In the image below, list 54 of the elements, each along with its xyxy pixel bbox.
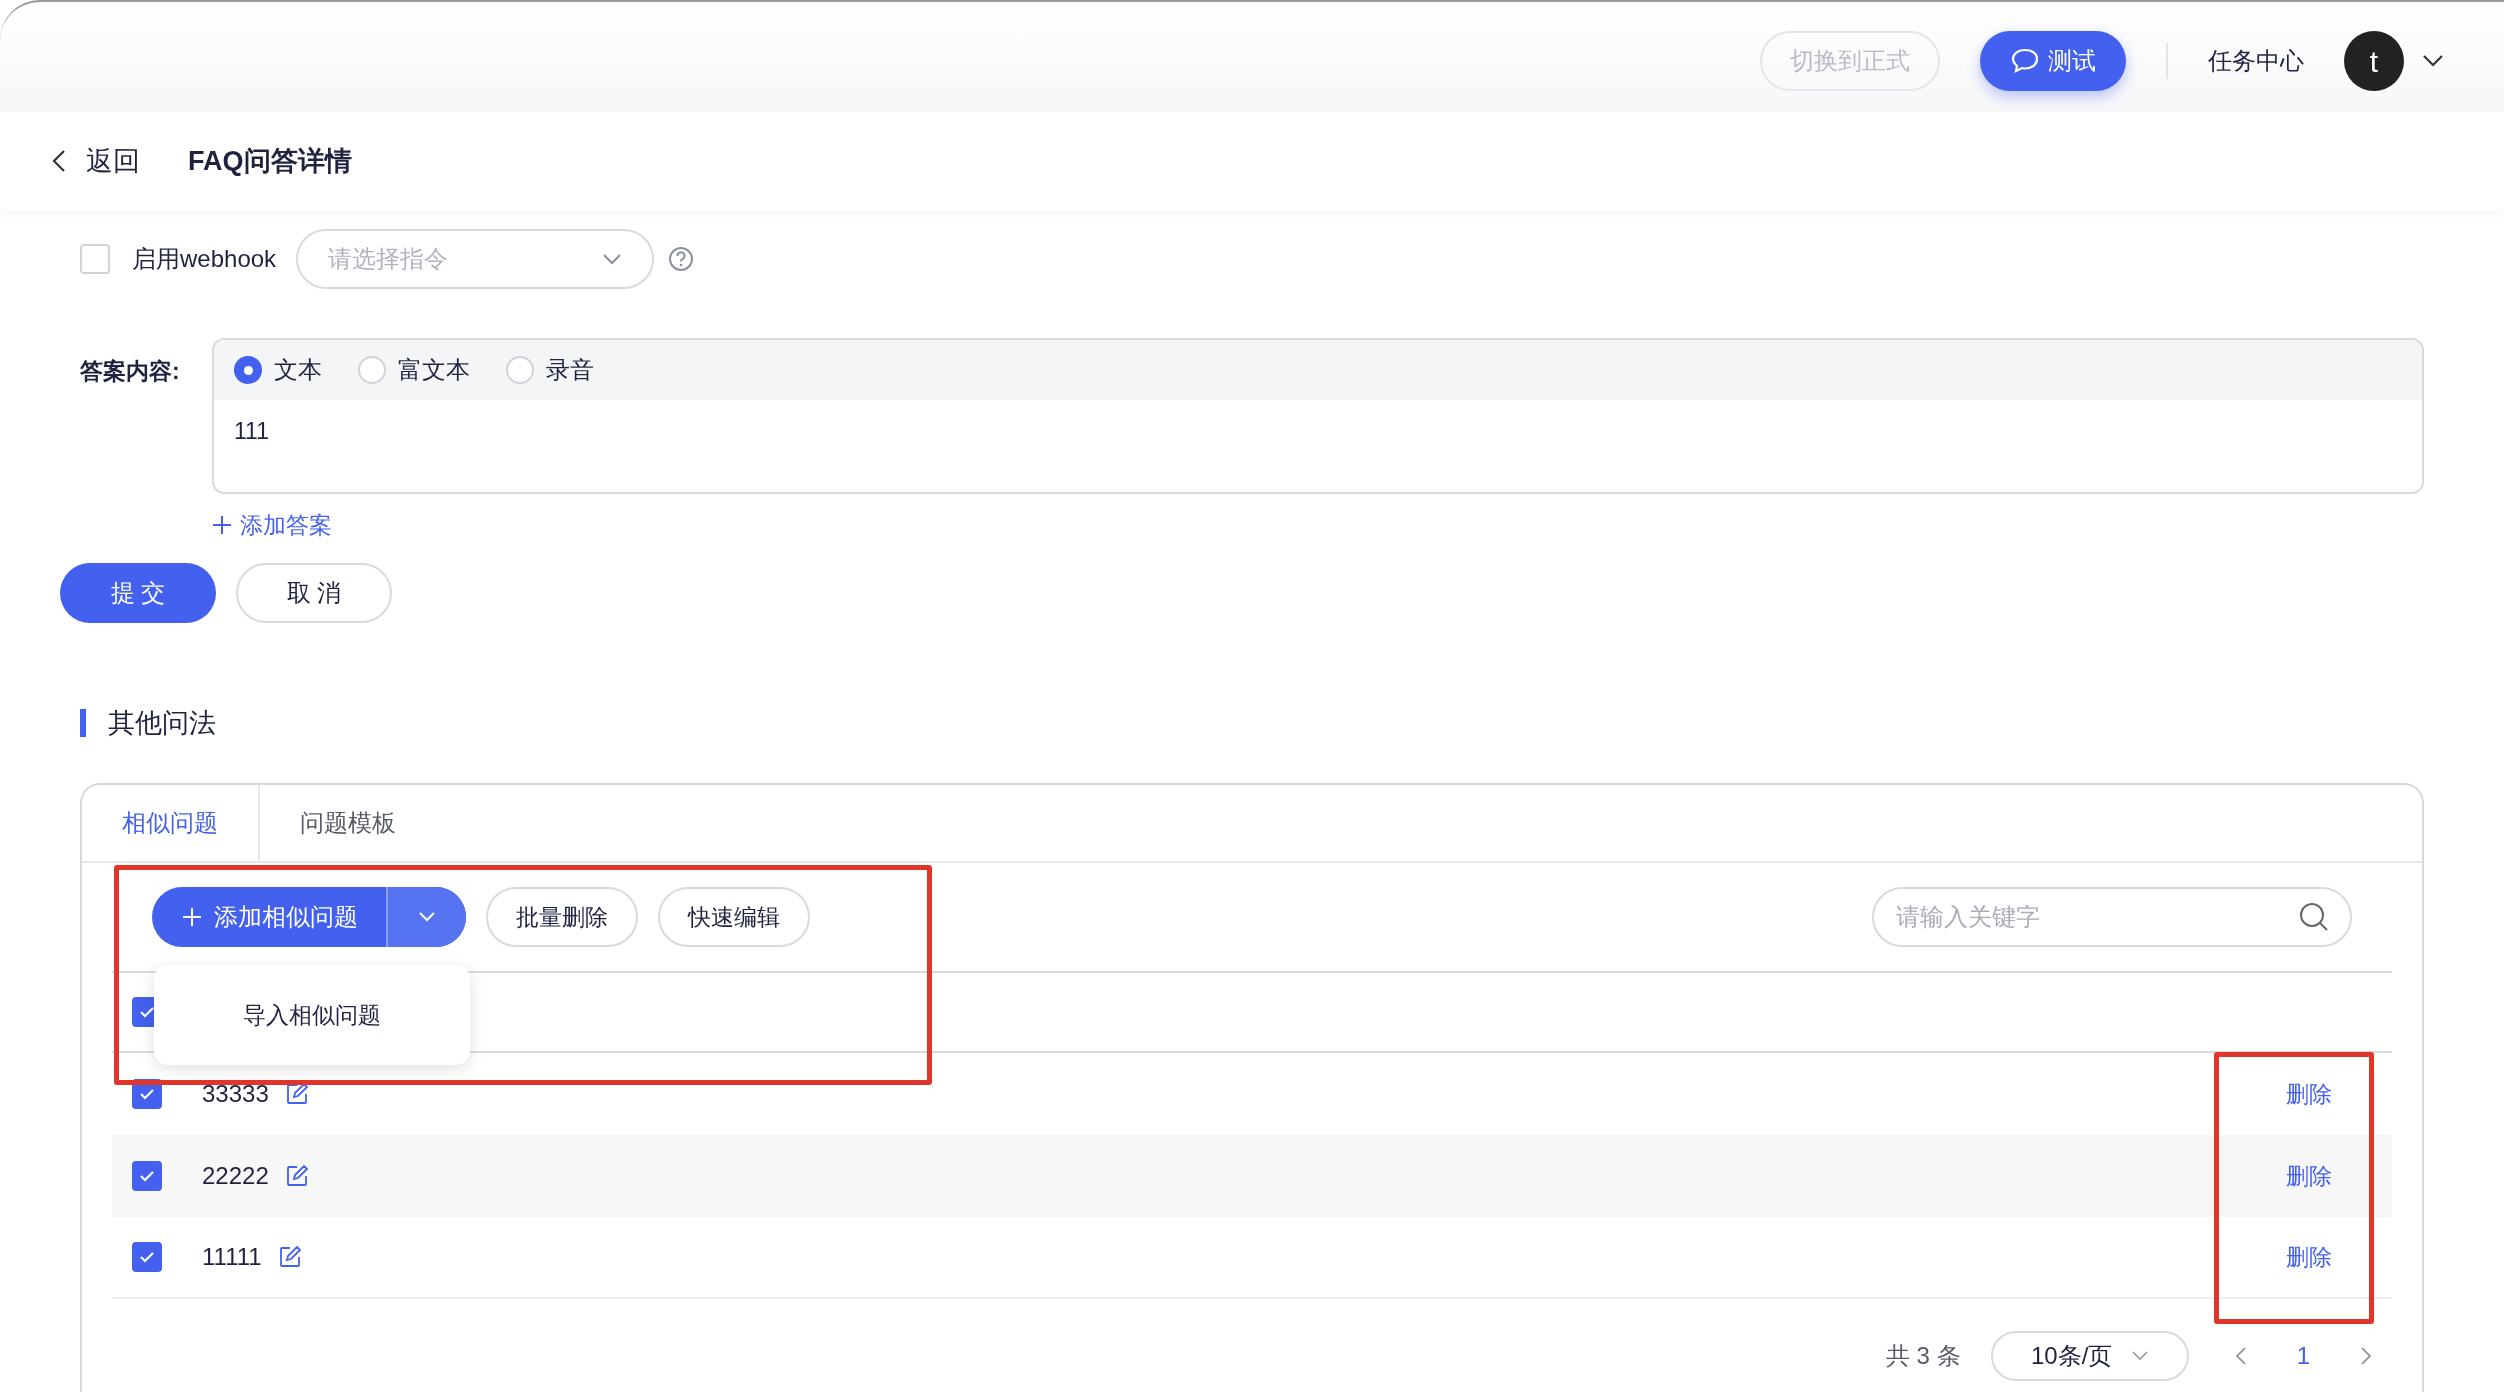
test-button[interactable]: 测试 [1980, 31, 2126, 91]
question-text: 33333 [202, 1079, 269, 1109]
answer-text: 111 [234, 418, 269, 444]
chat-bubble-icon [2010, 47, 2040, 75]
radio-button[interactable] [506, 356, 534, 384]
chevron-down-icon[interactable] [2422, 54, 2444, 68]
page-size-select[interactable]: 10条/页 [1990, 1331, 2189, 1381]
plus-icon[interactable] [212, 515, 232, 536]
webhook-label: 启用webhook [132, 244, 277, 274]
chevron-down-icon [2132, 1351, 2149, 1361]
next-page-icon[interactable] [2360, 1346, 2372, 1366]
page-number[interactable]: 1 [2296, 1338, 2310, 1374]
radio-label: 富文本 [398, 355, 470, 385]
back-link[interactable]: 返回 [86, 140, 140, 182]
row-checkbox[interactable] [132, 1242, 162, 1272]
webhook-checkbox[interactable] [80, 244, 110, 274]
dropdown-toggle-button[interactable] [388, 887, 466, 947]
section-title: 其他问法 [108, 706, 216, 740]
tab[interactable]: 问题模板 [260, 785, 436, 861]
edit-icon[interactable] [277, 1245, 302, 1269]
page-title: FAQ问答详情 [188, 144, 352, 178]
previous-page-icon[interactable] [2234, 1346, 2247, 1366]
back-chevron-icon[interactable] [52, 149, 66, 173]
submit-button[interactable]: 提 交 [60, 562, 216, 623]
answer-box[interactable]: 文本 富文本 录音 111 [212, 338, 2424, 494]
help-icon[interactable] [668, 246, 695, 272]
tab[interactable]: 相似问题 [82, 785, 260, 861]
chevron-down-icon [602, 253, 623, 265]
search-icon[interactable] [2298, 901, 2330, 933]
total-count: 共 3 条 [1885, 1341, 1961, 1371]
task-center-link[interactable]: 任务中心 [2208, 43, 2304, 79]
search-field[interactable]: 请输入关键字 [1872, 887, 2352, 947]
delete-link[interactable]: 删除 [2286, 1239, 2332, 1275]
chevron-down-icon [418, 911, 436, 923]
menu-item[interactable]: 导入相似问题 [243, 997, 381, 1033]
section-marker [80, 708, 86, 737]
user-avatar[interactable]: t [2344, 31, 2404, 91]
delete-link[interactable]: 删除 [2286, 1076, 2332, 1112]
batch-delete-button[interactable]: 批量删除 [486, 887, 638, 947]
radio-label: 录音 [546, 355, 594, 385]
cancel-button[interactable]: 取 消 [236, 562, 392, 623]
add-answer-link[interactable]: 添加答案 [240, 508, 332, 543]
radio-label: 文本 [274, 355, 322, 385]
quick-edit-button[interactable]: 快速编辑 [658, 887, 810, 947]
radio-button[interactable] [234, 356, 262, 384]
plus-icon [182, 907, 202, 927]
radio-button[interactable] [358, 356, 386, 384]
edit-icon[interactable] [284, 1082, 309, 1106]
row-checkbox[interactable] [132, 1161, 162, 1191]
edit-icon[interactable] [284, 1164, 309, 1188]
question-text: 11111 [202, 1242, 262, 1272]
answer-label: 答案内容: [80, 357, 181, 386]
delete-link[interactable]: 删除 [2286, 1158, 2332, 1194]
question-text: 22222 [202, 1161, 269, 1191]
